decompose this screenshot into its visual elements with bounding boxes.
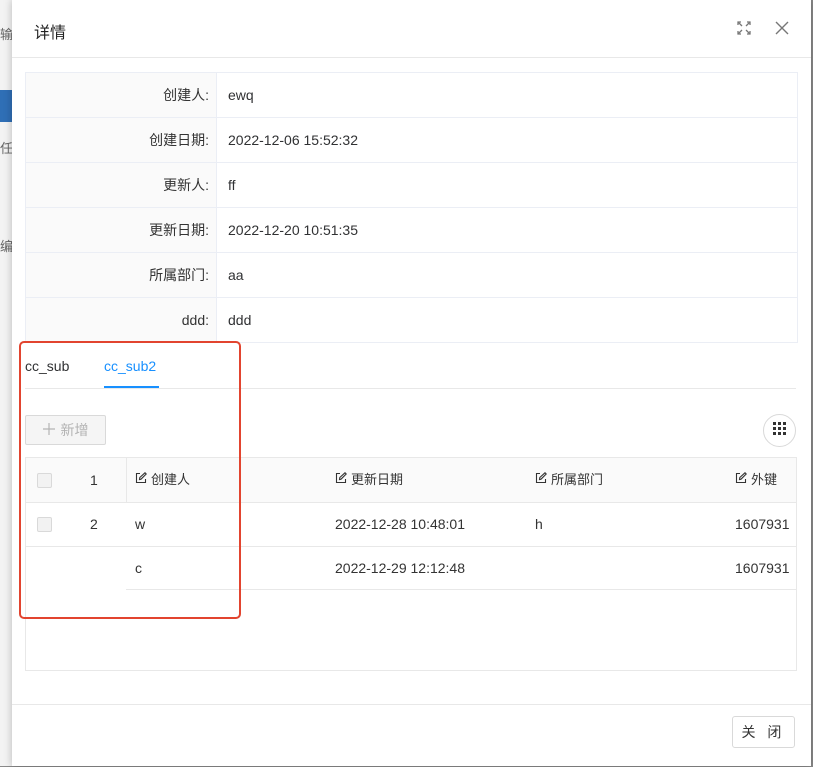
row-checkbox[interactable] xyxy=(37,517,52,532)
detail-row: ddd: ddd xyxy=(26,298,797,343)
column-header-creator[interactable]: 创建人 xyxy=(135,458,190,502)
background-text-fragment: 任 xyxy=(0,141,12,156)
column-header-label: 创建人 xyxy=(151,472,191,487)
edit-icon xyxy=(535,458,547,502)
add-button-label: 新增 xyxy=(60,422,89,438)
detail-value: ddd xyxy=(228,312,252,328)
detail-row: 创建日期: 2022-12-06 15:52:32 xyxy=(26,118,797,163)
detail-row: 更新人: ff xyxy=(26,163,797,208)
background-link-fragment: 编 xyxy=(0,239,12,254)
close-button[interactable]: 关 闭 xyxy=(732,716,795,748)
detail-label: ddd: xyxy=(26,298,217,342)
background-input-fragment: 输入 xyxy=(0,27,12,42)
detail-value: aa xyxy=(228,267,244,283)
tab-cc-sub2[interactable]: cc_sub2 xyxy=(104,358,156,374)
column-header-label: 更新日期 xyxy=(351,472,404,487)
detail-descriptions: 创建人: ewq 创建日期: 2022-12-06 15:52:32 更新人: … xyxy=(25,72,798,343)
modal-title: 详情 xyxy=(34,25,67,42)
column-header-label: 所属部门 xyxy=(551,472,604,487)
detail-label: 所属部门: xyxy=(26,253,217,297)
modal-header: 详情 xyxy=(12,0,811,58)
detail-value: 2022-12-20 10:51:35 xyxy=(228,222,358,238)
fullscreen-icon[interactable] xyxy=(734,18,754,38)
cell-department: h xyxy=(535,516,543,532)
edit-icon xyxy=(135,458,147,502)
detail-row: 更新日期: 2022-12-20 10:51:35 xyxy=(26,208,797,253)
detail-value: ff xyxy=(228,177,236,193)
detail-label: 更新日期: xyxy=(26,208,217,252)
background-button-fragment xyxy=(0,90,12,122)
column-header-foreign-key[interactable]: 外键 xyxy=(735,458,777,502)
cell-creator: w xyxy=(135,516,146,532)
row-divider xyxy=(126,589,796,590)
edit-icon xyxy=(335,458,347,502)
grid-icon xyxy=(772,422,787,439)
cell-update-date: 2022-12-29 12:12:48 xyxy=(335,560,465,576)
sub-table-tabs: cc_sub cc_sub2 xyxy=(25,343,796,389)
detail-value: ewq xyxy=(228,87,254,103)
plus-icon xyxy=(42,422,55,438)
modal-footer: 关 闭 xyxy=(12,704,811,767)
detail-row: 所属部门: aa xyxy=(26,253,797,298)
tab-cc-sub[interactable]: cc_sub xyxy=(25,358,69,374)
sub-table: 1 创建人 更新日期 所属部门 外键 2 w 2022-12-28 10:48:… xyxy=(25,457,797,671)
column-header-label: 外键 xyxy=(751,472,778,487)
column-header-update-date[interactable]: 更新日期 xyxy=(335,458,403,502)
header-row-checkbox[interactable] xyxy=(37,473,52,488)
detail-value: 2022-12-06 15:52:32 xyxy=(228,132,358,148)
detail-label: 创建人: xyxy=(26,73,217,117)
column-header-department[interactable]: 所属部门 xyxy=(535,458,603,502)
detail-label: 创建日期: xyxy=(26,118,217,162)
active-tab-indicator xyxy=(104,386,159,388)
edit-icon xyxy=(735,458,747,502)
cell-creator: c xyxy=(135,560,142,576)
close-icon[interactable] xyxy=(772,18,792,38)
table-header: 1 创建人 更新日期 所属部门 外键 xyxy=(26,458,796,503)
cell-foreign-key: 1607931 xyxy=(735,516,790,532)
column-divider xyxy=(126,458,127,502)
detail-modal: 详情 创建人: ewq 创建日期: 2022-12-06 15:52:32 更新… xyxy=(12,0,811,766)
cell-update-date: 2022-12-28 10:48:01 xyxy=(335,516,465,532)
cell-foreign-key: 1607931 xyxy=(735,560,790,576)
table-row[interactable]: 2 w 2022-12-28 10:48:01 h 1607931 xyxy=(26,502,796,547)
column-settings-button[interactable] xyxy=(763,414,796,447)
table-row[interactable]: c 2022-12-29 12:12:48 1607931 xyxy=(26,546,796,590)
table-index-cell: 1 xyxy=(90,472,98,488)
row-index: 2 xyxy=(90,516,98,532)
detail-label: 更新人: xyxy=(26,163,217,207)
detail-row: 创建人: ewq xyxy=(26,73,797,118)
add-button[interactable]: 新增 xyxy=(25,415,106,445)
